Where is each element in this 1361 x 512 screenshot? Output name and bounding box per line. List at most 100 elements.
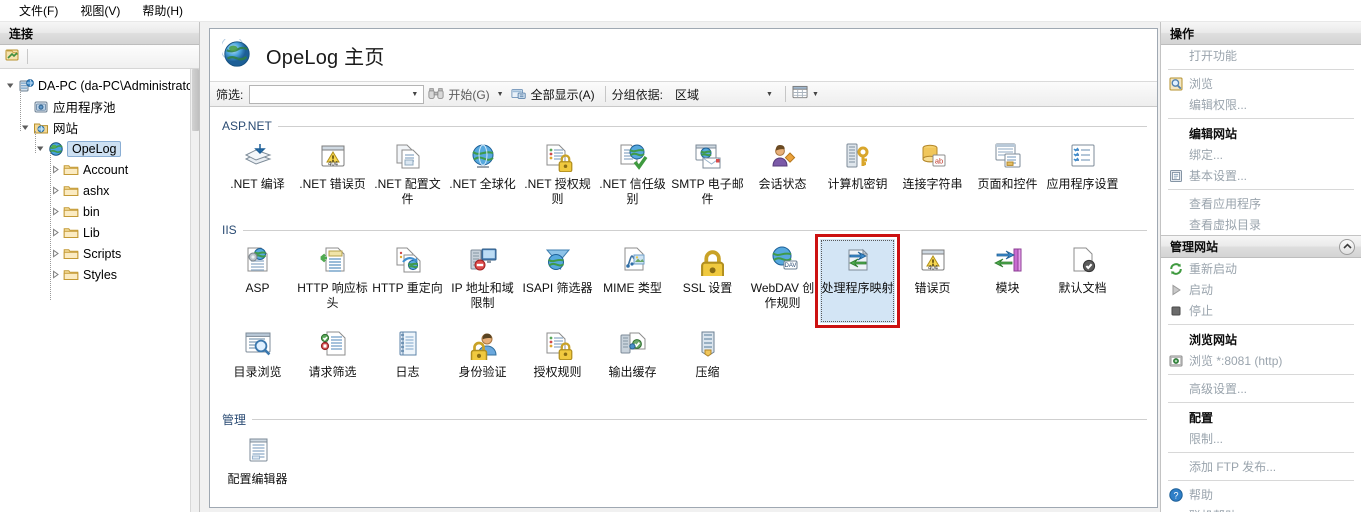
- scrollbar-thumb[interactable]: [192, 69, 199, 131]
- chevron-up-icon[interactable]: [1339, 238, 1355, 255]
- action-browse-8081[interactable]: 浏览 *:8081 (http): [1161, 350, 1361, 371]
- feature-smtp-email[interactable]: SMTP 电子邮件: [670, 135, 745, 219]
- feature-compression[interactable]: 压缩: [670, 323, 745, 407]
- action-label: 绑定...: [1189, 148, 1224, 162]
- feature-asp[interactable]: ASP: [220, 239, 295, 323]
- feature-machine-key[interactable]: 计算机密钥: [820, 135, 895, 219]
- filter-input[interactable]: ▼: [249, 84, 425, 104]
- action-view-virtual-directories[interactable]: 查看虚拟目录: [1161, 214, 1361, 235]
- feature-mime-types[interactable]: MIME 类型: [595, 239, 670, 323]
- feature-ip-restrictions[interactable]: IP 地址和域限制: [445, 239, 520, 323]
- feature-net-globalization[interactable]: .NET 全球化: [445, 135, 520, 219]
- action-limits[interactable]: 限制...: [1161, 428, 1361, 449]
- feature-ssl-settings[interactable]: SSL 设置: [670, 239, 745, 323]
- start-filter-button[interactable]: 开始(G): [424, 84, 493, 104]
- app-pool-icon: [32, 99, 49, 115]
- feature-pages-controls[interactable]: 页面和控件: [970, 135, 1045, 219]
- groupby-value: 区域: [674, 87, 699, 102]
- net-error-pages-icon: 404: [317, 140, 349, 172]
- feature-error-pages[interactable]: 404 错误页: [895, 239, 970, 323]
- feature-directory-browsing[interactable]: 目录浏览: [220, 323, 295, 407]
- feature-request-filtering[interactable]: 请求筛选: [295, 323, 370, 407]
- action-restart[interactable]: 重新启动: [1161, 258, 1361, 279]
- feature-authentication[interactable]: 身份验证: [445, 323, 520, 407]
- start-filter-chevron-icon[interactable]: ▼: [494, 91, 507, 98]
- feature-configuration-editor[interactable]: 配置编辑器: [220, 430, 295, 500]
- manage-site-section-header[interactable]: 管理网站: [1161, 235, 1361, 258]
- feature-modules[interactable]: 模块: [970, 239, 1045, 323]
- tree-node-label: Styles: [83, 267, 118, 282]
- tree-node-opelog[interactable]: OpeLog: [4, 138, 199, 159]
- feature-net-authorization[interactable]: .NET 授权规则: [520, 135, 595, 219]
- feature-connection-strings[interactable]: ab 连接字符串: [895, 135, 970, 219]
- action-stop[interactable]: 停止: [1161, 300, 1361, 321]
- action-label: 编辑权限...: [1189, 98, 1248, 112]
- feature-authorization-rules[interactable]: 授权规则: [520, 323, 595, 407]
- action-advanced-settings[interactable]: 高级设置...: [1161, 378, 1361, 399]
- connect-to-server-icon[interactable]: [5, 47, 21, 66]
- feature-http-response-headers[interactable]: HTTP 响应标头: [295, 239, 370, 323]
- action-icon-none: [1167, 217, 1185, 233]
- menu-file[interactable]: 文件(F): [8, 0, 69, 21]
- action-icon-none: [1167, 409, 1185, 425]
- menu-view[interactable]: 视图(V): [69, 0, 131, 21]
- tree-node------[interactable]: 应用程序池: [4, 96, 199, 117]
- action-online-help[interactable]: 联机帮助: [1161, 505, 1361, 512]
- action-bindings[interactable]: 绑定...: [1161, 144, 1361, 165]
- tree-node-scripts[interactable]: Scripts: [4, 243, 199, 264]
- menu-help[interactable]: 帮助(H): [131, 0, 194, 21]
- feature-default-document[interactable]: 默认文档: [1045, 239, 1120, 323]
- groupby-select[interactable]: 区域 ▼: [669, 85, 779, 104]
- view-chevron-down-icon[interactable]: ▼: [809, 91, 822, 98]
- feature-group-header: ASP.NET: [222, 119, 1147, 133]
- action-start[interactable]: 启动: [1161, 279, 1361, 300]
- ip-restrictions-icon: [467, 244, 499, 276]
- feature-webdav[interactable]: DAV WebDAV 创作规则: [745, 239, 820, 323]
- feature-label: HTTP 响应标头: [297, 281, 368, 310]
- tree-node-label: Scripts: [83, 246, 122, 261]
- tree-node-styles[interactable]: Styles: [4, 264, 199, 285]
- connections-scrollbar[interactable]: [190, 69, 199, 512]
- tree-node-lib[interactable]: Lib: [4, 222, 199, 243]
- feature-http-redirect[interactable]: HTTP 重定向: [370, 239, 445, 323]
- feature-net-profile[interactable]: .NET 配置文件: [370, 135, 445, 219]
- feature-net-compilation[interactable]: .NET 编译: [220, 135, 295, 219]
- feature-output-caching[interactable]: 输出缓存: [595, 323, 670, 407]
- action-add-ftp-publishing[interactable]: 添加 FTP 发布...: [1161, 456, 1361, 477]
- action-basic-settings[interactable]: 基本设置...: [1161, 165, 1361, 186]
- tree-node---[interactable]: 网站: [4, 117, 199, 138]
- feature-net-error-pages[interactable]: 404 .NET 错误页: [295, 135, 370, 219]
- help-icon: ?: [1167, 487, 1185, 503]
- show-all-button[interactable]: 全部显示(A): [507, 84, 599, 104]
- action-help[interactable]: ? 帮助: [1161, 484, 1361, 505]
- tree-node-bin[interactable]: bin: [4, 201, 199, 222]
- action-view-applications[interactable]: 查看应用程序: [1161, 193, 1361, 214]
- feature-net-trust-levels[interactable]: .NET 信任级别: [595, 135, 670, 219]
- chevron-down-icon[interactable]: ▼: [408, 91, 421, 98]
- net-profile-icon: [392, 140, 424, 172]
- tree-node-ashx[interactable]: ashx: [4, 180, 199, 201]
- feature-isapi-filters[interactable]: ISAPI 筛选器: [520, 239, 595, 323]
- feature-logging[interactable]: 日志: [370, 323, 445, 407]
- action-browse[interactable]: 浏览: [1161, 73, 1361, 94]
- feature-label: 页面和控件: [977, 177, 1038, 191]
- machine-key-icon: [842, 140, 874, 172]
- net-trust-levels-icon: [617, 140, 649, 172]
- action-label: 停止: [1189, 304, 1214, 318]
- feature-label: .NET 编译: [230, 177, 285, 191]
- tree-connector-line: [50, 152, 51, 300]
- feature-handler-mappings[interactable]: 处理程序映射: [820, 239, 895, 323]
- feature-session-state[interactable]: 会话状态: [745, 135, 820, 219]
- action-label: 配置: [1189, 410, 1214, 425]
- tree-node-da-pc[interactable]: DA-PC (da-PC\Administrato: [4, 75, 199, 96]
- action-open-feature[interactable]: 打开功能: [1161, 45, 1361, 66]
- application-settings-icon: [1067, 140, 1099, 172]
- tree-node-account[interactable]: Account: [4, 159, 199, 180]
- feature-application-settings[interactable]: 应用程序设置: [1045, 135, 1120, 219]
- view-details-icon[interactable]: [792, 85, 809, 103]
- action-edit-permissions[interactable]: 编辑权限...: [1161, 94, 1361, 115]
- groupby-chevron-down-icon[interactable]: ▼: [763, 91, 776, 98]
- action-separator: [1168, 402, 1354, 403]
- tree-expander-expanded-icon[interactable]: [4, 81, 17, 90]
- svg-text:404: 404: [327, 162, 338, 168]
